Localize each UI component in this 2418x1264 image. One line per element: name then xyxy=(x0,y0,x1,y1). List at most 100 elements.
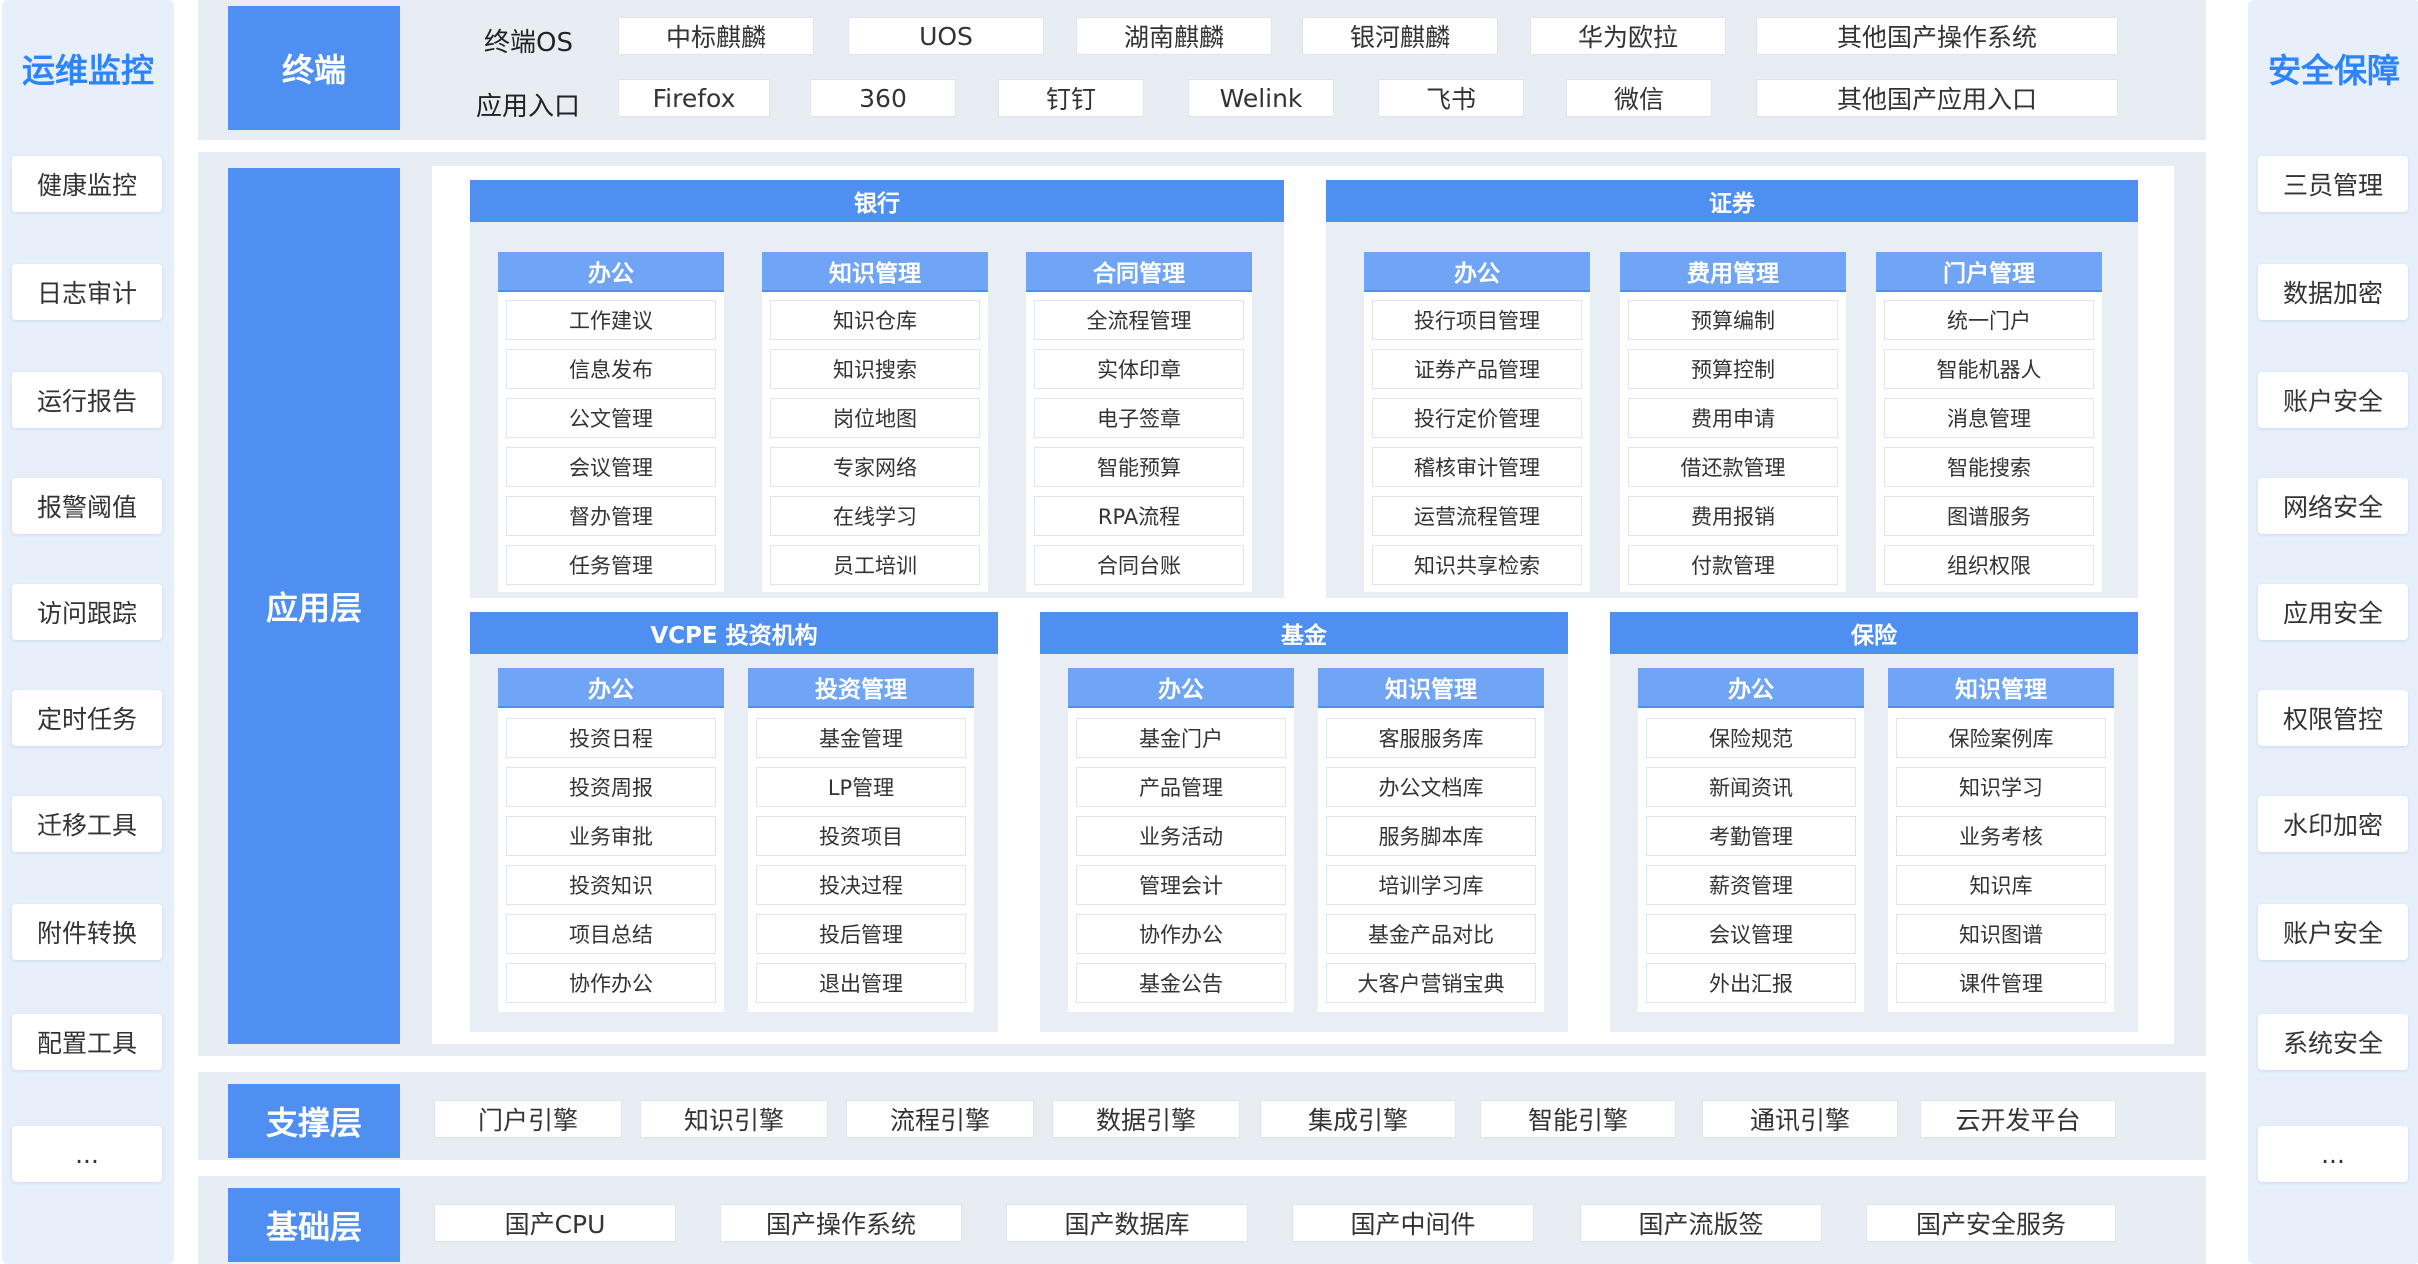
industry-group-vcpe: VCPE 投资机构 办公 投资日程 投资周报 业务审批 投资知识 项目总结 协作… xyxy=(470,612,998,1032)
application-layer-label: 应用层 xyxy=(228,168,400,1044)
category-item: 项目总结 xyxy=(506,914,716,954)
category-item: 组织权限 xyxy=(1884,545,2094,585)
category-item: 退出管理 xyxy=(756,963,966,1003)
category-item: 投行项目管理 xyxy=(1372,300,1582,340)
category-item: 知识搜索 xyxy=(770,349,980,389)
support-item: 知识引擎 xyxy=(640,1100,828,1138)
category-item: 知识仓库 xyxy=(770,300,980,340)
application-area: 银行 办公 工作建议 信息发布 公文管理 会议管理 督办管理 任务管理 知识管理… xyxy=(432,166,2174,1044)
category-item: 费用申请 xyxy=(1628,398,1838,438)
support-item: 通讯引擎 xyxy=(1702,1100,1898,1138)
category-item: 知识学习 xyxy=(1896,767,2106,807)
category-item: 投决过程 xyxy=(756,865,966,905)
category-item: 大客户营销宝典 xyxy=(1326,963,1536,1003)
category-item: 岗位地图 xyxy=(770,398,980,438)
category-item: 知识共享检索 xyxy=(1372,545,1582,585)
group-title: 银行 xyxy=(470,180,1284,222)
category-item: 课件管理 xyxy=(1896,963,2106,1003)
ops-monitor-title: 运维监控 xyxy=(22,51,154,90)
category-item: 管理会计 xyxy=(1076,865,1286,905)
category-title: 投资管理 xyxy=(748,668,974,708)
category-item: 基金产品对比 xyxy=(1326,914,1536,954)
category-item: 付款管理 xyxy=(1628,545,1838,585)
category-item: 任务管理 xyxy=(506,545,716,585)
category-item: 实体印章 xyxy=(1034,349,1244,389)
category-item: 预算控制 xyxy=(1628,349,1838,389)
sidebar-item: 权限管控 xyxy=(2258,690,2408,746)
category-item: 智能预算 xyxy=(1034,447,1244,487)
category-item: 智能搜索 xyxy=(1884,447,2094,487)
support-item: 智能引擎 xyxy=(1480,1100,1676,1138)
category-item: 智能机器人 xyxy=(1884,349,2094,389)
category-item: 知识库 xyxy=(1896,865,2106,905)
app-entry-item: 钉钉 xyxy=(998,79,1144,117)
base-item: 国产CPU xyxy=(434,1204,676,1242)
category-title: 办公 xyxy=(1638,668,1864,708)
category-title: 办公 xyxy=(498,668,724,708)
category-item: 外出汇报 xyxy=(1646,963,1856,1003)
category-item: 业务考核 xyxy=(1896,816,2106,856)
category-item: 合同台账 xyxy=(1034,545,1244,585)
category-item: 督办管理 xyxy=(506,496,716,536)
category-item: 员工培训 xyxy=(770,545,980,585)
category-item: 电子签章 xyxy=(1034,398,1244,438)
terminal-os-item: UOS xyxy=(848,17,1044,55)
category-item: 专家网络 xyxy=(770,447,980,487)
category-item: 投后管理 xyxy=(756,914,966,954)
category-card: 合同管理 全流程管理 实体印章 电子签章 智能预算 RPA流程 合同台账 xyxy=(1026,252,1252,592)
category-card: 投资管理 基金管理 LP管理 投资项目 投决过程 投后管理 退出管理 xyxy=(748,668,974,1012)
category-card: 知识管理 知识仓库 知识搜索 岗位地图 专家网络 在线学习 员工培训 xyxy=(762,252,988,592)
category-title: 办公 xyxy=(498,252,724,292)
category-item: 会议管理 xyxy=(506,447,716,487)
category-title: 知识管理 xyxy=(1318,668,1544,708)
security-title: 安全保障 xyxy=(2268,51,2400,90)
category-item: 预算编制 xyxy=(1628,300,1838,340)
category-item: 基金管理 xyxy=(756,718,966,758)
app-entry-item: Welink xyxy=(1188,79,1334,117)
category-card: 办公 基金门户 产品管理 业务活动 管理会计 协作办公 基金公告 xyxy=(1068,668,1294,1012)
category-card: 办公 投行项目管理 证券产品管理 投行定价管理 稽核审计管理 运营流程管理 知识… xyxy=(1364,252,1590,592)
category-item: 图谱服务 xyxy=(1884,496,2094,536)
base-item: 国产流版签 xyxy=(1580,1204,1822,1242)
category-title: 办公 xyxy=(1068,668,1294,708)
category-title: 办公 xyxy=(1364,252,1590,292)
category-item: 在线学习 xyxy=(770,496,980,536)
group-title: 保险 xyxy=(1610,612,2138,654)
category-card: 门户管理 统一门户 智能机器人 消息管理 智能搜索 图谱服务 组织权限 xyxy=(1876,252,2102,592)
category-item: 借还款管理 xyxy=(1628,447,1838,487)
base-item: 国产安全服务 xyxy=(1866,1204,2116,1242)
base-item: 国产数据库 xyxy=(1006,1204,1248,1242)
category-item: 稽核审计管理 xyxy=(1372,447,1582,487)
category-item: 公文管理 xyxy=(506,398,716,438)
terminal-layer-label: 终端 xyxy=(228,6,400,130)
sidebar-item: 数据加密 xyxy=(2258,264,2408,320)
category-item: 协作办公 xyxy=(1076,914,1286,954)
sidebar-item: 访问跟踪 xyxy=(12,584,162,640)
sidebar-item: 三员管理 xyxy=(2258,156,2408,212)
category-item: 产品管理 xyxy=(1076,767,1286,807)
category-item: 业务审批 xyxy=(506,816,716,856)
sidebar-item: 报警阈值 xyxy=(12,478,162,534)
security-sidebar: 安全保障 三员管理 数据加密 账户安全 网络安全 应用安全 权限管控 水印加密 … xyxy=(2248,0,2418,1264)
sidebar-item: 迁移工具 xyxy=(12,796,162,852)
terminal-os-item: 中标麒麟 xyxy=(618,17,814,55)
group-title: 证券 xyxy=(1326,180,2138,222)
category-item: 全流程管理 xyxy=(1034,300,1244,340)
sidebar-item: 网络安全 xyxy=(2258,478,2408,534)
support-layer-label: 支撑层 xyxy=(228,1084,400,1158)
group-title: 基金 xyxy=(1040,612,1568,654)
app-entry-item: Firefox xyxy=(618,79,770,117)
support-item: 流程引擎 xyxy=(846,1100,1034,1138)
group-title: VCPE 投资机构 xyxy=(470,612,998,654)
category-item: 新闻资讯 xyxy=(1646,767,1856,807)
app-entry-item: 飞书 xyxy=(1378,79,1524,117)
category-item: 保险规范 xyxy=(1646,718,1856,758)
category-title: 知识管理 xyxy=(1888,668,2114,708)
category-item: 费用报销 xyxy=(1628,496,1838,536)
base-item: 国产操作系统 xyxy=(720,1204,962,1242)
category-item: 服务脚本库 xyxy=(1326,816,1536,856)
sidebar-item: ... xyxy=(2258,1126,2408,1182)
category-item: 客服服务库 xyxy=(1326,718,1536,758)
category-item: 信息发布 xyxy=(506,349,716,389)
sidebar-item: 配置工具 xyxy=(12,1014,162,1070)
